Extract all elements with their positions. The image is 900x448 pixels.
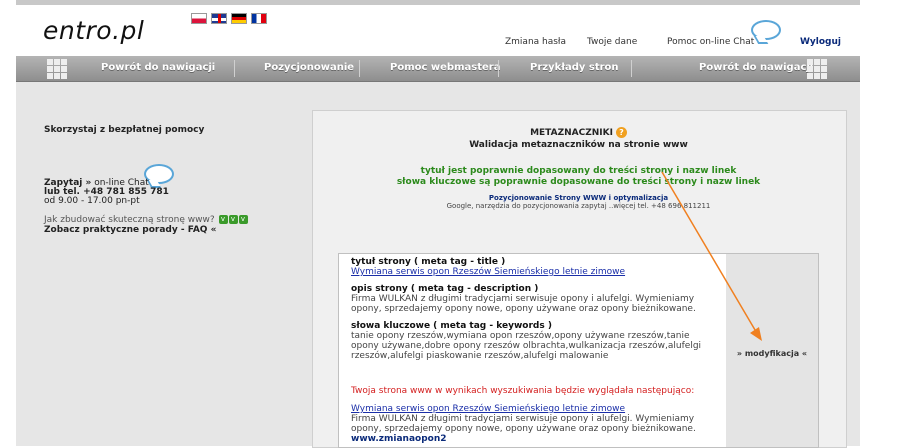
annotation-arrow [661,171,762,341]
arrow-line [661,171,759,336]
arrow-head [750,327,762,341]
